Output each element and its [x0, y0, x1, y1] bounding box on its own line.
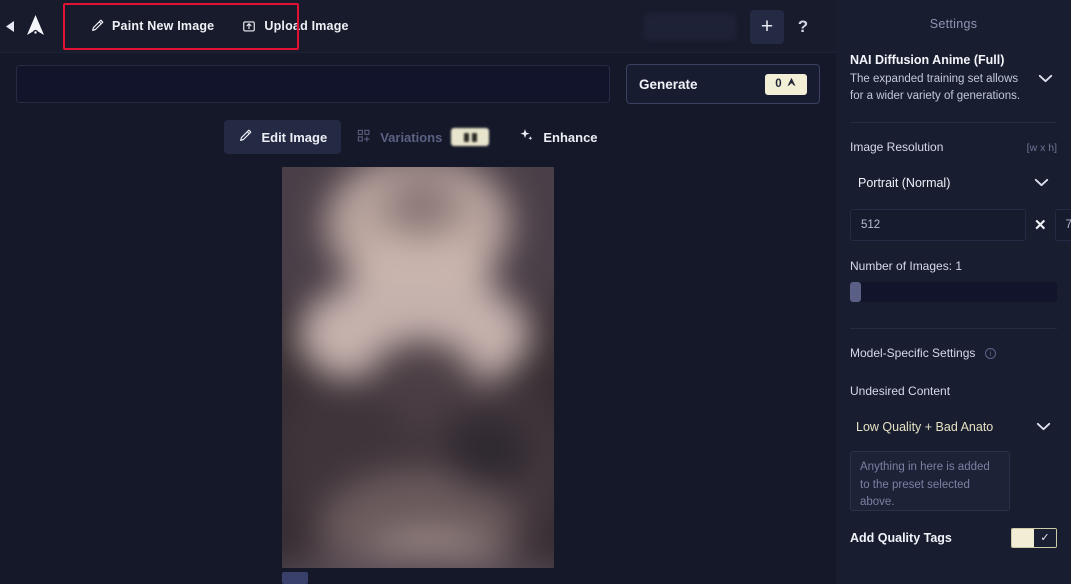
novelai-logo-icon[interactable] [20, 0, 50, 53]
tab-variations-label: Variations [380, 129, 443, 145]
toggle-off-half: ✓ [1034, 529, 1056, 548]
resolution-dimensions: ✕ [850, 209, 1071, 242]
main-workspace: Paint New Image Upload Image + ? Generat… [0, 0, 836, 584]
chevron-down-icon [1036, 420, 1051, 434]
model-info: NAI Diffusion Anime (Full) The expanded … [850, 53, 1028, 104]
grid-plus-icon [357, 129, 371, 146]
model-specific-settings-section: Model-Specific Settings i [850, 344, 1057, 362]
generate-label: Generate [639, 76, 698, 92]
anlas-icon [786, 77, 797, 91]
add-quality-tags-label: Add Quality Tags [850, 531, 952, 546]
number-of-images-label: Number of Images: 1 [850, 259, 1057, 273]
canvas-area [0, 156, 836, 584]
image-resolution-section: Image Resolution [w x h] Portrait (Norma… [850, 140, 1071, 303]
anlas-cost-value: 0 [775, 78, 782, 90]
slider-track [850, 282, 1057, 303]
slider-knob[interactable] [850, 282, 861, 303]
settings-divider-1 [850, 122, 1057, 124]
width-input[interactable] [850, 209, 1026, 242]
tab-edit-image[interactable]: Edit Image [224, 120, 342, 154]
help-button[interactable]: ? [786, 10, 820, 44]
variations-cost-badge [451, 128, 490, 146]
prompt-input[interactable] [16, 65, 610, 103]
resolution-preset-value: Portrait (Normal) [858, 176, 951, 191]
anlas-cost-badge: 0 [765, 73, 807, 95]
undesired-content-section: Undesired Content Low Quality + Bad Anat… [850, 382, 1057, 442]
paint-new-image-label: Paint New Image [112, 19, 215, 33]
plus-icon: + [760, 15, 774, 38]
brush-icon [90, 19, 104, 33]
paint-new-image-button[interactable]: Paint New Image [78, 12, 226, 40]
obscured-account-chip [644, 13, 736, 40]
upload-image-button[interactable]: Upload Image [230, 12, 360, 40]
settings-panel-title: Settings [929, 17, 978, 31]
tab-enhance-label: Enhance [543, 129, 598, 145]
resolution-preset-select[interactable]: Portrait (Normal) [850, 168, 1057, 198]
tab-edit-image-label: Edit Image [261, 129, 328, 145]
height-input[interactable] [1054, 209, 1071, 242]
image-thumbnail-strip [282, 572, 554, 584]
toggle-on-half [1012, 529, 1034, 548]
novelai-image-generation-app: Paint New Image Upload Image + ? Generat… [0, 0, 1071, 584]
model-description: The expanded training set allows for a w… [850, 73, 1021, 102]
top-right-actions: + ? [644, 0, 836, 53]
image-blur-layer [282, 167, 554, 568]
undesired-content-label: Undesired Content [850, 384, 951, 399]
sparkle-icon [519, 128, 534, 146]
thumbnail-item[interactable] [282, 572, 308, 584]
tab-enhance[interactable]: Enhance [505, 120, 611, 154]
pencil-icon [238, 129, 252, 146]
model-selector[interactable]: NAI Diffusion Anime (Full) The expanded … [850, 53, 1057, 104]
model-specific-settings-label: Model-Specific Settings [850, 346, 976, 361]
upload-image-label: Upload Image [264, 19, 349, 33]
dimension-separator-icon: ✕ [1034, 217, 1047, 235]
chevron-down-icon [1034, 176, 1049, 190]
number-of-images-text: Number of Images: [850, 259, 953, 274]
image-source-toolgroup: Paint New Image Upload Image [78, 12, 361, 40]
generated-image-preview[interactable] [282, 167, 554, 568]
prompt-row: Generate 0 [0, 53, 836, 115]
generate-button[interactable]: Generate 0 [626, 64, 820, 104]
question-mark-icon: ? [797, 17, 809, 36]
image-resolution-header: Image Resolution [w x h] [850, 140, 1057, 154]
check-icon: ✓ [1040, 531, 1050, 544]
top-toolbar: Paint New Image Upload Image + ? [0, 0, 836, 53]
undesired-content-preset-select[interactable]: Low Quality + Bad Anato [850, 412, 1057, 442]
model-name: NAI Diffusion Anime (Full) [850, 53, 1005, 67]
info-icon[interactable]: i [984, 347, 996, 359]
settings-panel: Settings NAI Diffusion Anime (Full) The … [836, 0, 1071, 584]
collapse-left-icon[interactable] [0, 0, 20, 53]
number-of-images-value: 1 [955, 259, 963, 274]
undesired-content-textarea[interactable] [850, 451, 1010, 512]
image-resolution-hint: [w x h] [1026, 142, 1057, 155]
settings-divider-2 [850, 328, 1057, 330]
add-quality-tags-row: Add Quality Tags ✓ [850, 528, 1057, 549]
add-button[interactable]: + [750, 9, 784, 44]
image-resolution-label: Image Resolution [850, 140, 944, 155]
number-of-images-slider[interactable] [850, 282, 1057, 303]
undesired-content-preset-value: Low Quality + Bad Anato [856, 420, 994, 435]
add-quality-tags-toggle[interactable]: ✓ [1011, 528, 1057, 549]
chevron-down-icon[interactable] [1034, 71, 1057, 86]
mode-tabs: Edit Image Variations Enhance [0, 118, 836, 156]
tab-variations[interactable]: Variations [343, 120, 503, 154]
upload-icon [242, 19, 256, 33]
